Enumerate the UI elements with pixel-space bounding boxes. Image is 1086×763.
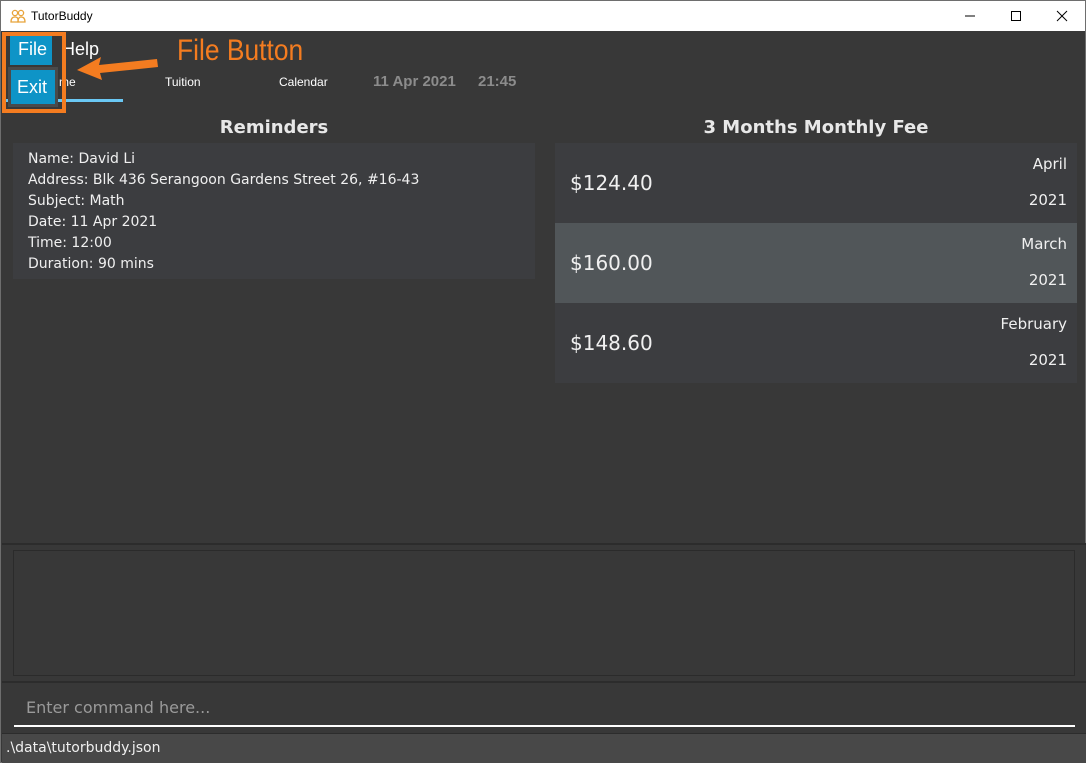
annotation-arrow-icon (77, 57, 158, 80)
tab-bar: me Tuition Calendar 11 Apr 2021 21:45 (1, 65, 1085, 105)
fee-month: April (1032, 155, 1067, 173)
annotation-highlight-box (2, 32, 66, 113)
current-time: 21:45 (478, 73, 517, 90)
fee-month: March (1021, 235, 1067, 253)
fee-amount: $148.60 (570, 331, 653, 355)
tab-tuition[interactable]: Tuition (165, 75, 201, 89)
maximize-button[interactable] (993, 1, 1039, 31)
fee-amount: $160.00 (570, 251, 653, 275)
fee-row[interactable]: $160.00 March 2021 (555, 223, 1077, 303)
current-date: 11 Apr 2021 (373, 73, 456, 90)
close-icon (1056, 10, 1068, 22)
reminder-card[interactable]: Name: David Li Address: Blk 436 Serangoo… (13, 143, 535, 279)
menu-bar: File Help (1, 31, 1085, 65)
result-display-pane (2, 543, 1086, 681)
status-bar: .\data\tutorbuddy.json (2, 733, 1086, 763)
reminder-date: Date: 11 Apr 2021 (28, 214, 158, 230)
app-window: TutorBuddy File Help me Tuition Calendar… (0, 0, 1086, 763)
title-bar: TutorBuddy (1, 1, 1085, 31)
reminder-subject: Subject: Math (28, 193, 125, 209)
result-display[interactable] (13, 550, 1075, 676)
fee-row[interactable]: $124.40 April 2021 (555, 143, 1077, 223)
fee-year: 2021 (1028, 191, 1067, 209)
maximize-icon (1011, 11, 1021, 21)
reminders-title: Reminders (219, 117, 329, 138)
people-icon (10, 8, 26, 23)
window-title: TutorBuddy (31, 9, 93, 23)
data-file-path: .\data\tutorbuddy.json (6, 740, 161, 756)
close-button[interactable] (1039, 1, 1085, 31)
annotation-label: File Button (177, 34, 304, 67)
reminder-time: Time: 12:00 (28, 235, 112, 251)
fee-month: February (1000, 315, 1067, 333)
minimize-icon (965, 15, 975, 17)
reminder-address: Address: Blk 436 Serangoon Gardens Stree… (28, 172, 420, 188)
monthly-fee-list: $124.40 April 2021 $160.00 March 2021 $1… (555, 143, 1077, 383)
fee-amount: $124.40 (570, 171, 653, 195)
reminder-duration: Duration: 90 mins (28, 256, 154, 272)
tab-calendar[interactable]: Calendar (279, 75, 328, 89)
command-box (2, 681, 1086, 733)
reminder-name: Name: David Li (28, 151, 136, 167)
command-input[interactable] (14, 689, 1075, 727)
minimize-button[interactable] (947, 1, 993, 31)
fee-year: 2021 (1028, 271, 1067, 289)
fee-year: 2021 (1028, 351, 1067, 369)
monthly-fee-title: 3 Months Monthly Fee (703, 117, 929, 138)
fee-row[interactable]: $148.60 February 2021 (555, 303, 1077, 383)
